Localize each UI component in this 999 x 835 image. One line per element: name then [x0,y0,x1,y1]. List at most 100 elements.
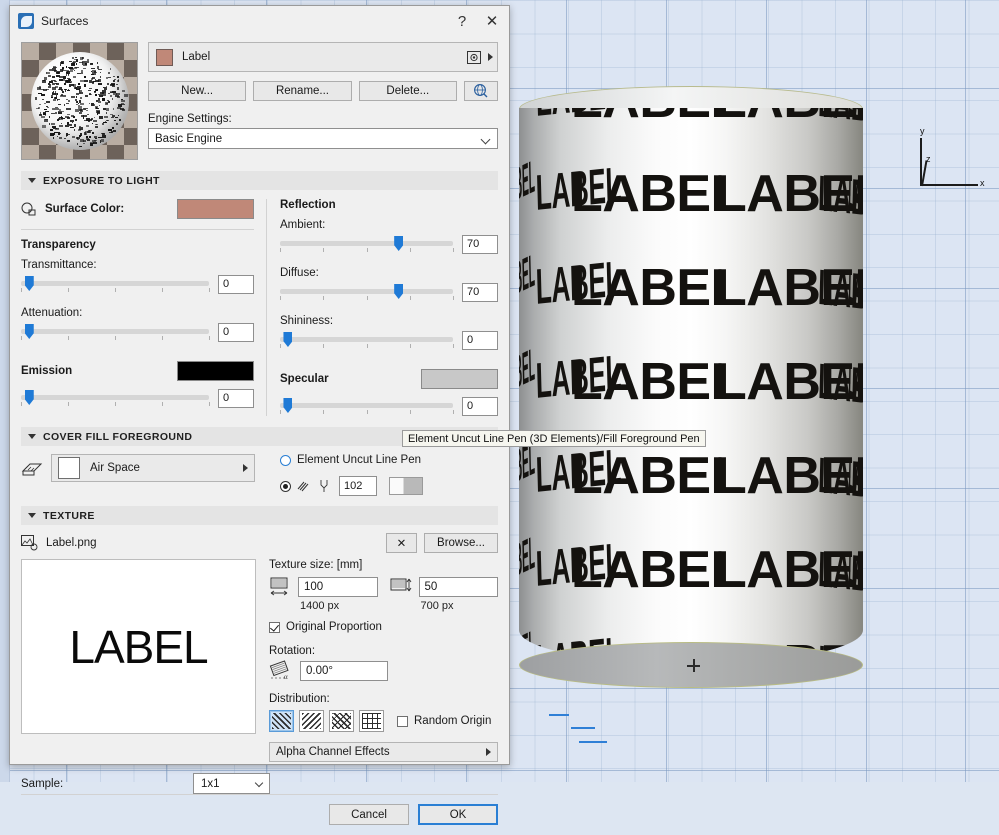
texture-preview-text: LABEL [69,620,208,673]
shininess-label: Shininess: [280,315,334,327]
surface-name-field[interactable]: Label [148,42,498,72]
fill-select[interactable]: Air Space [51,454,255,482]
cover-fill-left: Air Space [21,454,267,496]
sphere-texture-speck [102,135,106,138]
globe-search-icon[interactable] [463,81,498,101]
picture-icon[interactable] [463,47,485,67]
emission-color-swatch[interactable] [177,361,254,381]
cylinder-label-row: LABELLABELLABELLABELLABELLABEL [519,108,863,140]
texture-height-input[interactable]: 50 [418,577,498,597]
sample-select[interactable]: 1x1 [193,773,270,794]
sphere-texture-speck [48,115,51,118]
specular-slider[interactable] [280,397,454,415]
help-button[interactable]: ? [447,7,477,35]
picture-expand-arrow[interactable] [488,53,493,61]
sphere-texture-speck [79,134,82,138]
surface-name-label: Label [182,51,211,63]
sphere-texture-speck [114,119,116,122]
sphere-texture-speck [110,84,115,86]
random-origin-checkbox[interactable] [397,715,408,727]
original-proportion-row[interactable]: Original Proportion [269,621,498,633]
fill-expand-arrow[interactable] [243,464,248,472]
sphere-texture-speck [81,69,84,72]
selection-mark-3 [579,741,607,743]
texture-width-px: 1400 px [300,600,340,612]
shininess-slider[interactable] [280,331,454,349]
dialog-titlebar[interactable]: Surfaces ? ✕ [10,6,509,36]
distribution-mirror-both-icon[interactable] [359,710,384,732]
cancel-button[interactable]: Cancel [329,804,409,825]
pen-number-input[interactable]: 102 [339,476,377,496]
sphere-texture-speck [50,133,54,137]
distribution-mirror-y-icon[interactable] [329,710,354,732]
diffuse-slider[interactable] [280,283,454,301]
transmittance-slider[interactable] [21,275,210,293]
sphere-texture-speck [75,59,78,62]
pen-color-swatch[interactable] [389,477,423,495]
sphere-texture-speck [49,81,53,83]
section-exposure-to-light[interactable]: EXPOSURE TO LIGHT [21,171,498,190]
attenuation-slider[interactable] [21,323,210,341]
texture-width-input[interactable]: 100 [298,577,378,597]
rotation-input[interactable]: 0.00° [300,660,388,681]
sphere-texture-speck [77,100,79,103]
delete-button[interactable]: Delete... [358,81,457,101]
texture-preview[interactable]: LABEL [21,559,256,734]
surface-color-value-swatch[interactable] [177,199,254,219]
sphere-texture-speck [47,86,51,88]
random-origin-row[interactable]: Random Origin [397,715,491,727]
transmittance-label: Transmittance: [21,259,97,271]
shininess-value[interactable]: 0 [462,330,498,350]
sphere-preview[interactable] [21,42,138,160]
original-proportion-checkbox[interactable] [269,621,280,633]
cylinder-model[interactable]: LABELLABELLABELLABELLABELLABELLABELLABEL… [519,86,863,743]
browse-texture-button[interactable]: Browse... [424,533,498,553]
sphere-texture-speck [65,66,68,68]
sphere-texture-speck [63,104,66,107]
close-button[interactable]: ✕ [477,7,507,35]
texture-width-icon [270,577,288,596]
surfaces-dialog[interactable]: Surfaces ? ✕ Label New... Rename... Dele… [9,5,510,825]
texture-detail-row: LABEL Texture size: [mm] 100 1400 px 50 … [21,559,498,762]
sphere-texture-speck [53,67,58,69]
section-texture[interactable]: TEXTURE [21,506,498,525]
texture-image-icon [21,535,38,551]
sample-label: Sample: [21,777,64,790]
engine-settings-label: Engine Settings: [148,113,232,125]
distribution-tile-icon[interactable] [269,710,294,732]
sphere-texture-speck [111,116,114,118]
uncut-pen-radio[interactable] [280,454,291,466]
sphere-texture-speck [123,94,128,97]
ambient-value[interactable]: 70 [462,234,498,254]
sphere-texture-speck [96,80,100,82]
rename-button[interactable]: Rename... [253,81,352,101]
sphere-texture-speck [84,108,86,111]
engine-settings-select[interactable]: Basic Engine [148,128,498,149]
sphere-texture-speck [57,98,60,101]
ok-button[interactable]: OK [418,804,498,825]
sphere-texture-speck [54,106,59,108]
alpha-channel-effects-button[interactable]: Alpha Channel Effects [269,742,498,762]
ambient-slider[interactable] [280,235,454,253]
axis-x-label: x [980,178,985,188]
alpha-expand-arrow[interactable] [486,748,491,756]
emission-slider[interactable] [21,389,210,407]
emission-value[interactable]: 0 [218,388,254,408]
sphere-texture-speck [49,128,53,131]
sphere-texture-speck [40,94,45,96]
attenuation-value[interactable]: 0 [218,322,254,342]
uncut-pen-radio-row[interactable]: Element Uncut Line Pen [280,454,498,466]
transmittance-value[interactable]: 0 [218,274,254,294]
new-button[interactable]: New... [148,81,247,101]
clear-texture-button[interactable]: ✕ [386,533,417,553]
sphere-texture-speck [78,105,81,107]
cylinder-label-text: LABEL [519,525,536,593]
distribution-mirror-x-icon[interactable] [299,710,324,732]
sphere-texture-speck [107,100,110,102]
specular-value[interactable]: 0 [462,396,498,416]
cylinder-side-face: LABELLABELLABELLABELLABELLABELLABELLABEL… [519,108,863,664]
specular-color-swatch[interactable] [421,369,498,389]
sphere-texture-speck [85,133,87,135]
diffuse-value[interactable]: 70 [462,282,498,302]
custom-pen-radio[interactable] [280,480,291,492]
